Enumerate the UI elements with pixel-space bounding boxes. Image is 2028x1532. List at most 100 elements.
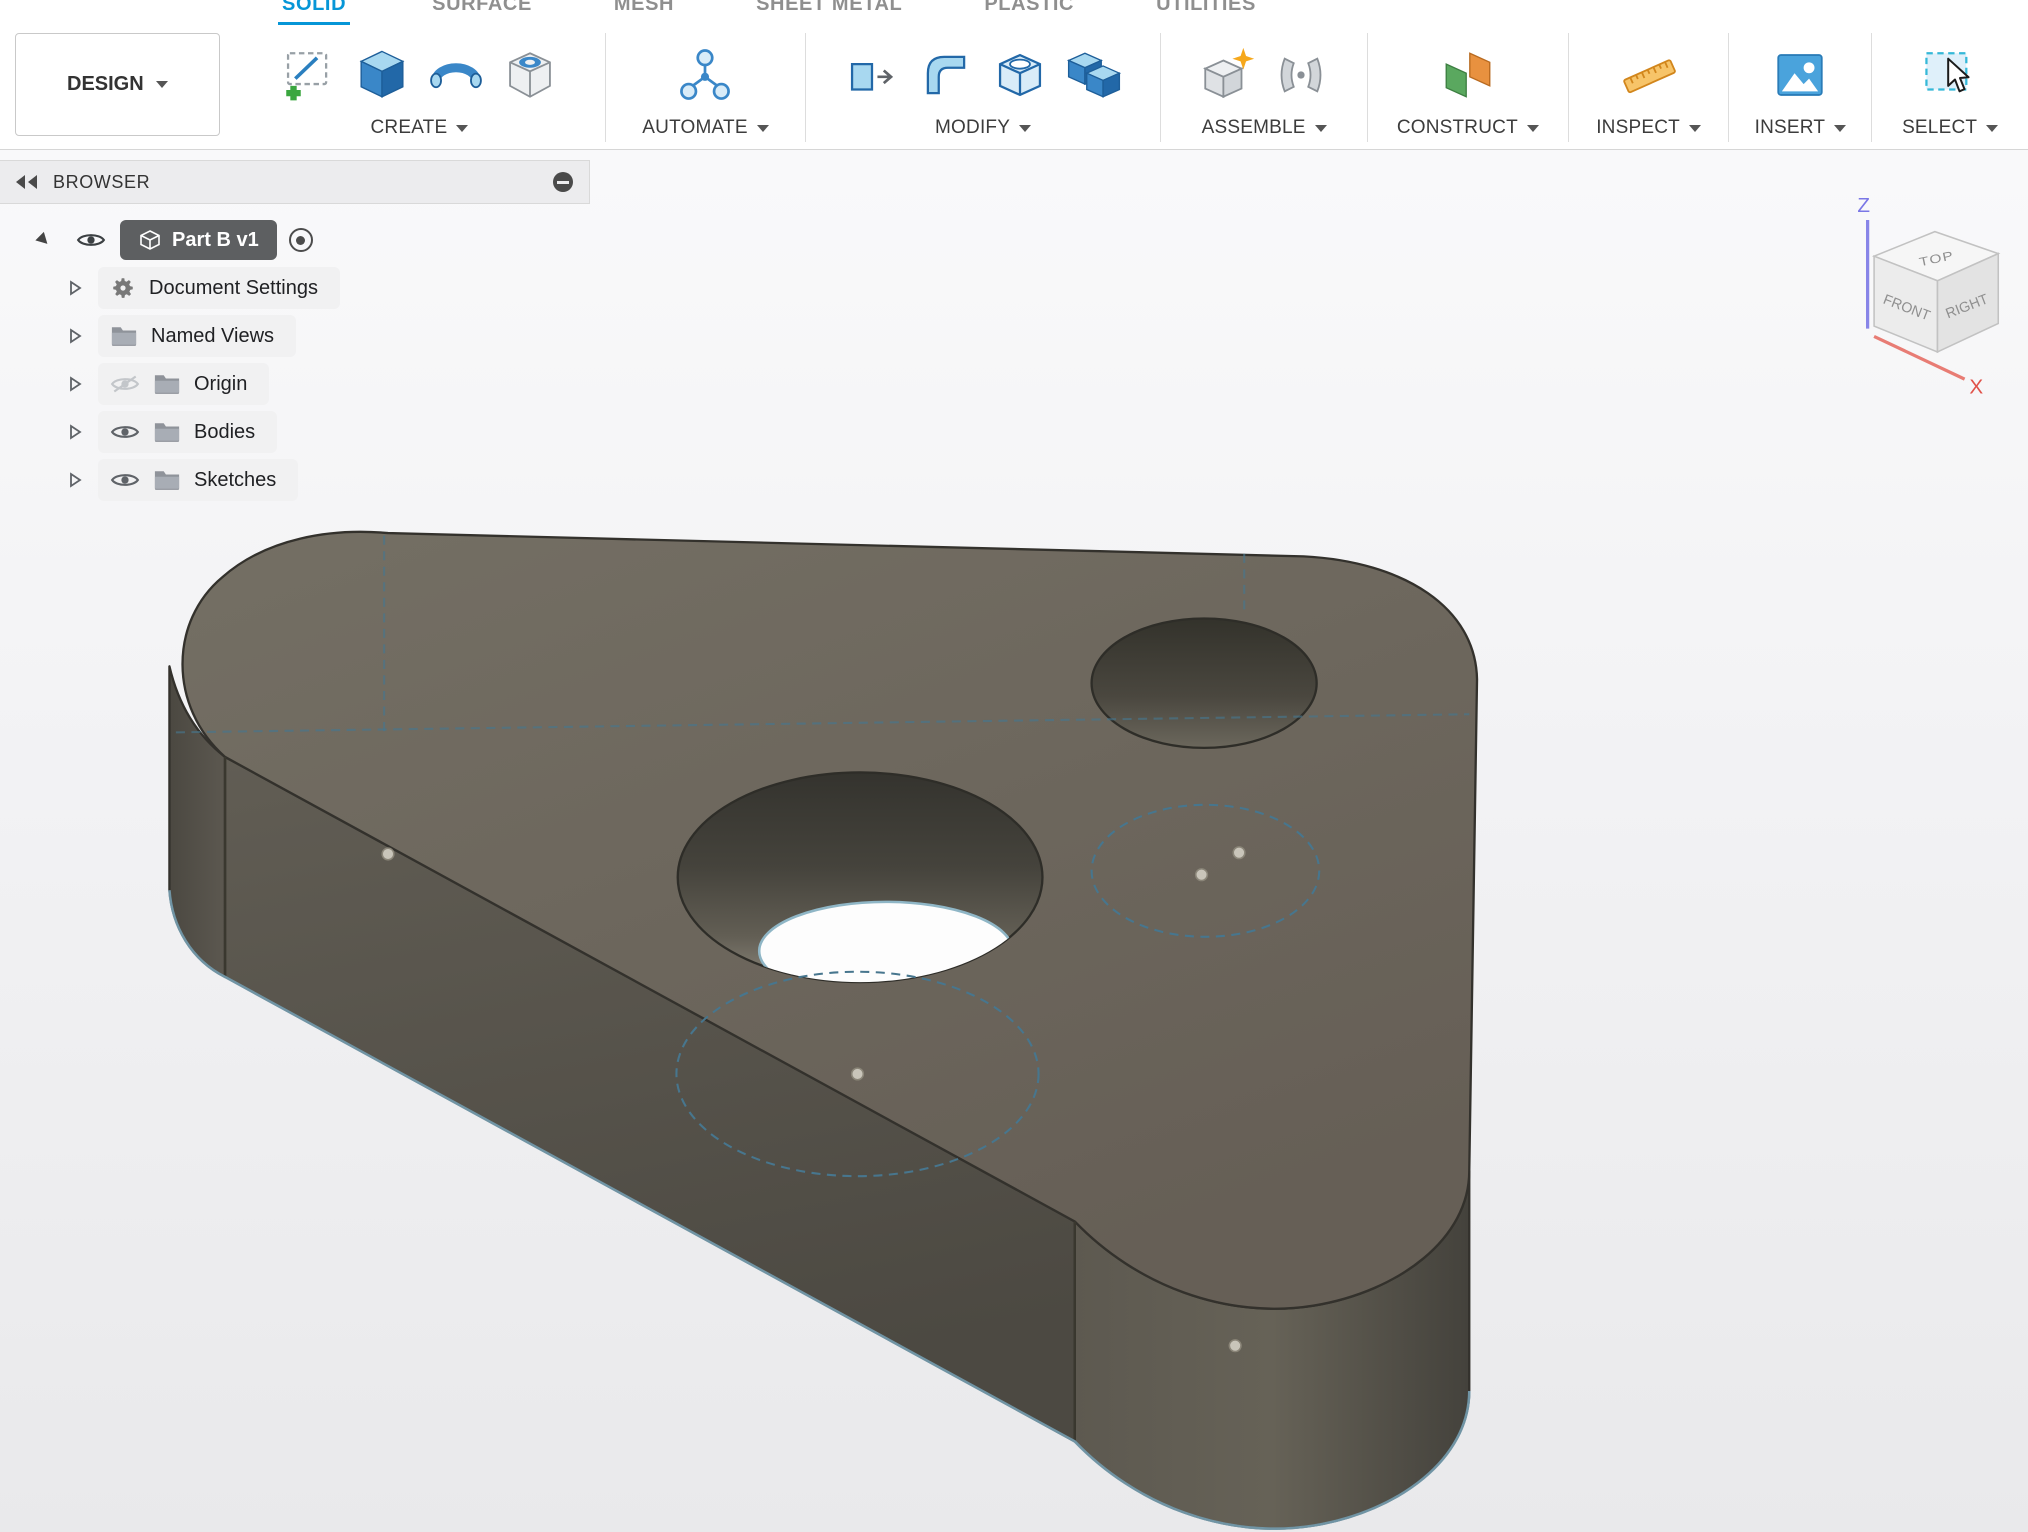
visibility-eye-icon[interactable] <box>110 422 140 442</box>
automate-label: AUTOMATE <box>642 117 747 139</box>
sketch-point[interactable] <box>1229 1340 1241 1352</box>
sketch-point[interactable] <box>1196 869 1208 881</box>
extrude-icon <box>353 46 411 104</box>
extrude-button[interactable] <box>348 41 416 109</box>
model-body[interactable] <box>169 532 1477 1529</box>
revolve-button[interactable] <box>422 41 490 109</box>
viewcube-x-label: X <box>1969 375 1983 398</box>
document-pill[interactable]: Part B v1 <box>120 220 277 260</box>
hole-icon <box>501 46 559 104</box>
disclosure-collapsed-icon[interactable] <box>62 280 88 296</box>
joint-button[interactable] <box>1267 41 1335 109</box>
browser-panel: BROWSER Part B v1 <box>0 160 590 504</box>
combine-button[interactable] <box>1060 41 1128 109</box>
select-dropdown[interactable]: SELECT <box>1902 117 1998 139</box>
viewcube-z-label: Z <box>1857 194 1870 217</box>
insert-dropdown[interactable]: INSERT <box>1755 117 1847 139</box>
press-pull-icon <box>843 46 901 104</box>
combine-icon <box>1065 46 1123 104</box>
tab-mesh[interactable]: MESH <box>614 0 674 22</box>
assemble-label: ASSEMBLE <box>1202 117 1306 139</box>
tab-utilities[interactable]: UTILITIES <box>1156 0 1256 22</box>
insert-image-icon <box>1771 46 1829 104</box>
toolbar-group-automate: AUTOMATE <box>606 25 805 150</box>
visibility-off-eye-icon[interactable] <box>110 374 140 394</box>
assemble-dropdown[interactable]: ASSEMBLE <box>1202 117 1327 139</box>
toolbar-group-inspect: INSPECT <box>1569 25 1729 150</box>
create-icons <box>274 39 564 111</box>
measure-button[interactable] <box>1615 41 1683 109</box>
construction-plane-button[interactable] <box>1434 41 1502 109</box>
tree-row-sketches[interactable]: Sketches <box>0 456 590 504</box>
chevron-down-icon <box>1019 125 1031 132</box>
insert-label: INSERT <box>1755 117 1826 139</box>
shell-button[interactable] <box>986 41 1054 109</box>
chevron-down-icon <box>456 125 468 132</box>
toolbar-group-modify: MODIFY <box>806 25 1160 150</box>
tree-item-label: Bodies <box>194 421 255 444</box>
sketch-point[interactable] <box>1233 847 1245 859</box>
create-sketch-button[interactable] <box>274 41 342 109</box>
tab-plastic[interactable]: PLASTIC <box>984 0 1074 22</box>
sketch-point[interactable] <box>852 1068 864 1080</box>
chevron-down-icon <box>1527 125 1539 132</box>
chevron-down-icon <box>1986 125 1998 132</box>
inspect-dropdown[interactable]: INSPECT <box>1596 117 1701 139</box>
folder-icon <box>153 469 181 491</box>
tree-row-named-views[interactable]: Named Views <box>0 312 590 360</box>
tab-surface[interactable]: SURFACE <box>432 0 532 22</box>
tree-item-label: Document Settings <box>149 277 318 300</box>
gear-icon <box>110 275 136 301</box>
browser-tree: Part B v1 Document Settings <box>0 204 590 504</box>
tree-row-document[interactable]: Part B v1 <box>0 216 590 264</box>
automate-icon <box>676 46 734 104</box>
insert-canvas-button[interactable] <box>1766 41 1834 109</box>
disclosure-collapsed-icon[interactable] <box>62 376 88 392</box>
toolbar-group-construct: CONSTRUCT <box>1368 25 1568 150</box>
select-button[interactable] <box>1916 41 1984 109</box>
construct-label: CONSTRUCT <box>1397 117 1518 139</box>
new-component-button[interactable] <box>1193 41 1261 109</box>
sketch-point[interactable] <box>382 848 394 860</box>
tab-solid[interactable]: SOLID <box>278 0 350 25</box>
chevron-down-icon <box>757 125 769 132</box>
visibility-eye-icon[interactable] <box>110 470 140 490</box>
modify-label: MODIFY <box>935 117 1010 139</box>
create-dropdown[interactable]: CREATE <box>370 117 468 139</box>
toolbar-group-create: CREATE <box>234 25 605 150</box>
folder-icon <box>153 373 181 395</box>
collapse-panel-icon[interactable] <box>16 175 37 189</box>
tree-item-label: Named Views <box>151 325 274 348</box>
automate-button[interactable] <box>671 41 739 109</box>
shell-icon <box>991 46 1049 104</box>
disclosure-collapsed-icon[interactable] <box>62 424 88 440</box>
viewcube[interactable]: TOP FRONT RIGHT Z X <box>1857 194 1998 398</box>
hole-button[interactable] <box>496 41 564 109</box>
model-hole-small[interactable] <box>1092 618 1317 747</box>
fillet-button[interactable] <box>912 41 980 109</box>
design-menu-button[interactable]: DESIGN <box>15 33 220 136</box>
automate-dropdown[interactable]: AUTOMATE <box>642 117 768 139</box>
folder-icon <box>110 325 138 347</box>
disclosure-collapsed-icon[interactable] <box>62 472 88 488</box>
fillet-icon <box>917 46 975 104</box>
create-sketch-icon <box>279 46 337 104</box>
ribbon-tabs: SOLID SURFACE MESH SHEET METAL PLASTIC U… <box>0 0 2028 25</box>
document-name: Part B v1 <box>172 229 259 252</box>
tree-row-bodies[interactable]: Bodies <box>0 408 590 456</box>
disclosure-collapsed-icon[interactable] <box>62 328 88 344</box>
tree-row-origin[interactable]: Origin <box>0 360 590 408</box>
toolbar-group-select: SELECT <box>1872 25 2028 150</box>
press-pull-button[interactable] <box>838 41 906 109</box>
minimize-panel-icon[interactable] <box>553 172 573 192</box>
tree-item-label: Origin <box>194 373 247 396</box>
activate-component-radio[interactable] <box>289 228 313 252</box>
select-label: SELECT <box>1902 117 1977 139</box>
tree-row-document-settings[interactable]: Document Settings <box>0 264 590 312</box>
tab-sheet-metal[interactable]: SHEET METAL <box>756 0 902 22</box>
modify-dropdown[interactable]: MODIFY <box>935 117 1031 139</box>
visibility-eye-icon[interactable] <box>76 230 106 250</box>
joint-icon <box>1272 46 1330 104</box>
disclosure-expanded-icon[interactable] <box>30 234 56 246</box>
construct-dropdown[interactable]: CONSTRUCT <box>1397 117 1539 139</box>
